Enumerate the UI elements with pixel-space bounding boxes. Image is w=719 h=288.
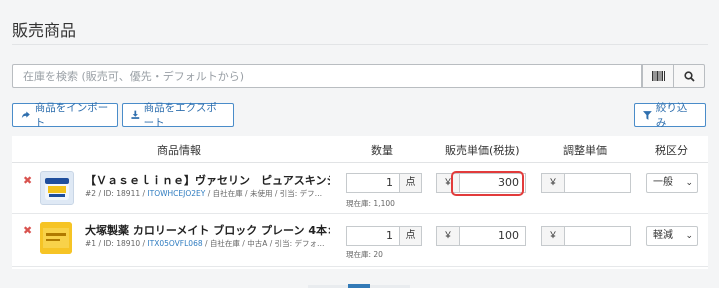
vaseline-jar-image <box>45 178 69 200</box>
quantity-field: 1 点 <box>346 226 422 246</box>
barcode-button[interactable] <box>642 64 674 88</box>
filter-label: 絞り込み <box>655 102 688 129</box>
product-meta: #2 / ID: 18911 / ITOWHCEJO2EY / 自社在庫 / 未… <box>85 189 323 198</box>
quantity-input[interactable]: 1 <box>346 173 400 193</box>
page-title: 販売商品 <box>12 21 77 40</box>
chevron-down-icon: ⌄ <box>685 231 693 241</box>
product-code-link[interactable]: ITOWHCEJO2EY <box>147 189 205 198</box>
adjusted-price-field: ￥ <box>541 173 631 193</box>
adjusted-price-input[interactable] <box>564 173 631 193</box>
product-name: 大塚製薬 カロリーメイト ブロック プレーン 4本×10箱 <box>85 224 330 237</box>
quantity-input[interactable]: 1 <box>346 226 400 246</box>
title-divider <box>12 44 708 45</box>
delete-icon[interactable]: ✖ <box>23 224 32 237</box>
quantity-unit: 点 <box>399 226 422 246</box>
pagination-current-page[interactable] <box>348 284 370 288</box>
product-thumbnail <box>40 222 72 254</box>
product-status: 自社在庫 / 未使用 / 引当: デフ… <box>212 189 323 198</box>
header-quantity: 数量 <box>371 144 393 157</box>
unit-price-field: ￥ 100 <box>436 226 526 246</box>
export-products-button[interactable]: 商品をエクスポート <box>122 102 234 129</box>
share-arrow-icon <box>21 111 30 119</box>
quantity-unit: 点 <box>399 173 422 193</box>
import-products-button[interactable]: 商品をインポート <box>12 102 118 129</box>
currency-addon: ￥ <box>541 226 565 246</box>
tax-category-value: 軽減 <box>653 230 673 241</box>
calorie-mate-box-image <box>40 222 72 254</box>
price-highlight-box <box>451 171 524 196</box>
delete-icon[interactable]: ✖ <box>23 174 32 187</box>
product-code-link[interactable]: ITX05OVFL068 <box>147 239 202 248</box>
row-index: #2 <box>85 189 97 198</box>
current-stock: 現在庫: 1,100 <box>346 199 395 208</box>
product-id: ID: 18910 <box>103 239 141 248</box>
product-thumbnail <box>40 171 74 205</box>
unit-price-input[interactable]: 100 <box>459 226 526 246</box>
currency-addon: ￥ <box>436 226 460 246</box>
adjusted-price-field: ￥ <box>541 226 631 246</box>
header-tax-category: 税区分 <box>655 144 688 157</box>
filter-icon <box>643 110 652 120</box>
product-id: ID: 18911 <box>103 189 141 198</box>
table-header: 商品情報 数量 販売単価(税抜) 調整単価 税区分 <box>12 136 708 163</box>
barcode-icon <box>651 71 665 81</box>
search-button[interactable] <box>673 64 705 88</box>
current-stock: 現在庫: 20 <box>346 250 383 259</box>
product-status: 自社在庫 / 中古A / 引当: デフォ… <box>209 239 325 248</box>
header-adjusted-price: 調整単価 <box>563 144 607 157</box>
tax-category-select[interactable]: 軽減 ⌄ <box>646 226 698 246</box>
sales-items-table: 商品情報 数量 販売単価(税抜) 調整単価 税区分 ✖ 【Ｖａｓｅｌｉｎｅ】ヴァ… <box>12 136 708 269</box>
export-products-label: 商品をエクスポート <box>143 102 217 129</box>
product-name: 【Ｖａｓｅｌｉｎｅ】ヴァセリン ピュアスキンジェリー … <box>85 174 330 187</box>
tax-category-select[interactable]: 一般 ⌄ <box>646 173 698 193</box>
tax-category-value: 一般 <box>653 177 673 188</box>
quantity-field: 1 点 <box>346 173 422 193</box>
product-meta: #1 / ID: 18910 / ITX05OVFL068 / 自社在庫 / 中… <box>85 239 325 248</box>
search-bar: 在庫を検索 (販売可、優先・デフォルトから) <box>12 64 707 90</box>
table-row: ✖ 【Ｖａｓｅｌｉｎｅ】ヴァセリン ピュアスキンジェリー … #2 / ID: … <box>12 163 708 214</box>
download-icon <box>131 110 140 119</box>
search-input[interactable]: 在庫を検索 (販売可、優先・デフォルトから) <box>12 64 642 88</box>
table-row: ✖ 大塚製薬 カロリーメイト ブロック プレーン 4本×10箱 #1 / ID:… <box>12 214 708 267</box>
adjusted-price-input[interactable] <box>564 226 631 246</box>
chevron-down-icon: ⌄ <box>685 178 693 188</box>
row-index: #1 <box>85 239 97 248</box>
filter-button[interactable]: 絞り込み <box>634 102 706 129</box>
header-product-info: 商品情報 <box>157 144 201 157</box>
header-unit-price: 販売単価(税抜) <box>445 144 520 157</box>
currency-addon: ￥ <box>541 173 565 193</box>
import-products-label: 商品をインポート <box>34 102 109 129</box>
search-icon <box>683 70 695 82</box>
